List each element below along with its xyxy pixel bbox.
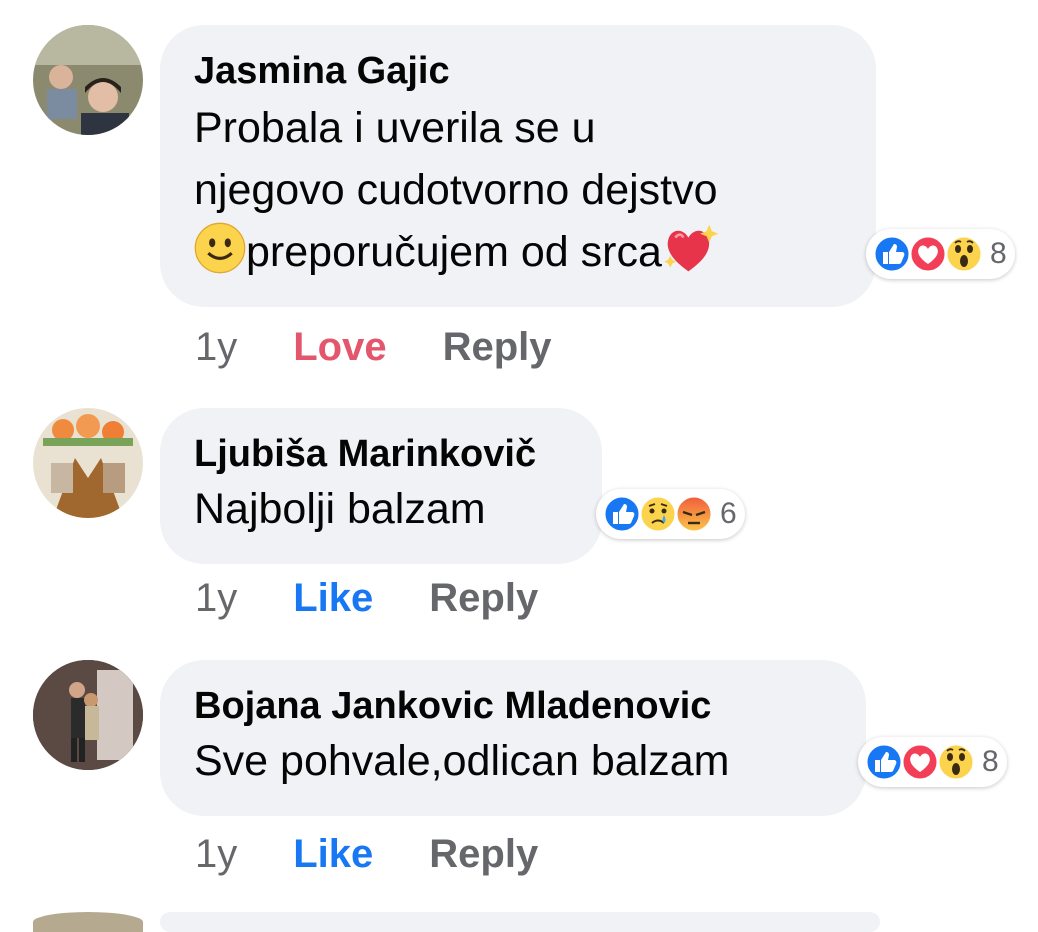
reaction-count: 8 [990,237,1007,270]
comment-time[interactable]: 1y [195,576,237,621]
comment-bubble: Jasmina Gajic Probala i uverila se u nje… [160,25,876,307]
comment-text-line: preporučujem od srca [194,221,842,291]
like-icon [864,742,904,782]
comment-actions: 1y Love Reply [195,322,552,372]
avatar-photo [33,660,143,770]
comment-text: Sve pohvale,odlican balzam [194,737,730,785]
sad-icon [638,494,678,534]
like-button[interactable]: Like [293,576,373,621]
heart-icon [900,742,940,782]
reply-button[interactable]: Reply [429,576,538,621]
comment-bubble: Bojana Jankovic Mladenovic Sve pohvale,o… [160,660,866,816]
like-icon [602,494,642,534]
wow-icon [944,234,984,274]
comment-actions: 1y Like Reply [195,573,538,623]
sparkling-heart-emoji-icon [662,222,720,291]
reaction-count: 6 [720,497,737,530]
reply-button[interactable]: Reply [429,832,538,877]
reaction-count: 8 [982,745,999,778]
avatar-photo [33,408,143,518]
comment-author[interactable]: Bojana Jankovic Mladenovic [194,684,832,728]
comment-author[interactable]: Ljubiša Marinkovič [194,432,568,476]
comment-author[interactable]: Jasmina Gajic [194,49,842,93]
avatar[interactable] [33,660,143,770]
reply-button[interactable]: Reply [443,325,552,370]
comment-text-line: njegovo cudotvorno dejstvo [194,166,718,214]
comment-text-fragment: preporučujem od srca [246,228,662,276]
next-avatar-edge [33,912,143,932]
angry-icon [674,494,714,534]
comment-time[interactable]: 1y [195,832,237,877]
comment-bubble: Ljubiša Marinkovič Najbolji balzam [160,408,602,564]
reactions-summary[interactable]: 8 [866,229,1015,279]
like-button[interactable]: Like [293,832,373,877]
avatar[interactable] [33,25,143,135]
comment-text-line: Probala i uverila se u [194,104,596,152]
heart-icon [908,234,948,274]
next-comment-bubble-edge [160,912,880,932]
avatar-photo [33,25,143,135]
comment-actions: 1y Like Reply [195,829,538,879]
comment-time[interactable]: 1y [195,325,237,370]
reactions-summary[interactable]: 8 [858,737,1007,787]
reactions-summary[interactable]: 6 [596,489,745,539]
wow-icon [936,742,976,782]
love-button[interactable]: Love [293,325,386,370]
avatar[interactable] [33,408,143,518]
like-icon [872,234,912,274]
comment-text: Najbolji balzam [194,485,486,533]
smile-emoji-icon [194,222,246,291]
